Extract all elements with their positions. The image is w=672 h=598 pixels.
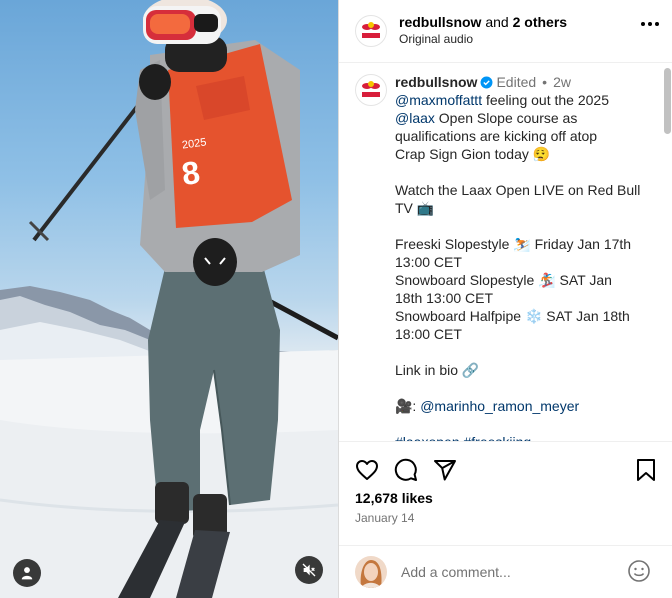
caption-line	[395, 379, 655, 397]
caption-line: Freeski Slopestyle ⛷️ Friday Jan 17th	[395, 235, 655, 253]
caption-body: redbullsnow Edited • 2w @maxmoffattt fee…	[395, 73, 655, 441]
caption-text-span: Open Slope course as	[434, 110, 578, 126]
share-icon[interactable]	[433, 458, 457, 482]
caption-line: TV 📺	[395, 199, 655, 217]
caption-line: @laax Open Slope course as	[395, 109, 655, 127]
caption-line	[395, 343, 655, 361]
more-dot	[655, 22, 659, 26]
edited-label: Edited	[496, 74, 537, 90]
caption-line	[395, 415, 655, 433]
caption-mention-link[interactable]: @laax	[395, 110, 435, 126]
header-and-text: and	[481, 14, 513, 30]
mute-button[interactable]	[295, 556, 323, 584]
caption-author-avatar[interactable]	[355, 74, 387, 106]
user-tag-button[interactable]	[13, 559, 41, 587]
caption-text: @maxmoffattt feeling out the 2025 @laax O…	[395, 91, 655, 441]
meta-separator: •	[542, 74, 548, 90]
caption-line: 18:00 CET	[395, 325, 655, 343]
post-date[interactable]: January 14	[355, 511, 414, 525]
caption-text-span: Freeski Slopestyle ⛷️ Friday Jan 17th	[395, 236, 632, 252]
emoji-picker-icon[interactable]	[627, 559, 651, 583]
post-time-ago[interactable]: 2w	[553, 73, 571, 91]
caption-line: 18th 13:00 CET	[395, 289, 655, 307]
caption-text-span: 13:00 CET	[395, 254, 462, 270]
redbull-logo-icon	[362, 81, 380, 97]
post-details-panel: redbullsnow and 2 others Original audio …	[338, 0, 672, 598]
verified-badge-icon	[480, 76, 493, 89]
caption-mention-link[interactable]: @marinho_ramon_meyer	[420, 398, 579, 414]
caption-line: Snowboard Halfpipe ❄️ SAT Jan 18th	[395, 307, 655, 325]
caption-emoji: 🎥:	[395, 398, 421, 414]
caption-username[interactable]: redbullsnow	[395, 73, 477, 91]
caption-text-span: feeling out the 2025	[482, 92, 609, 108]
caption-text-span: Watch the Laax Open LIVE on Red Bull	[395, 182, 641, 198]
post-actions: 12,678 likes January 14	[339, 441, 672, 545]
caption-line: @maxmoffattt feeling out the 2025	[395, 91, 655, 109]
caption-line	[395, 163, 655, 181]
caption-scroll-area[interactable]: redbullsnow Edited • 2w @maxmoffattt fee…	[339, 64, 672, 441]
caption-line: 🎥: @marinho_ramon_meyer	[395, 397, 655, 415]
caption-text-span: Crap Sign Gion today 😮‍💨	[395, 146, 551, 162]
caption-line: qualifications are kicking off atop	[395, 127, 655, 145]
caption-text-span: Snowboard Halfpipe ❄️ SAT Jan 18th	[395, 308, 630, 324]
comment-icon[interactable]	[394, 458, 418, 482]
caption-line: 13:00 CET	[395, 253, 655, 271]
caption-text-span: TV 📺	[395, 200, 435, 216]
user-tag-icon	[21, 567, 33, 580]
post-header: redbullsnow and 2 others Original audio	[339, 0, 672, 63]
caption-line: #laaxopen #freeskiing	[395, 433, 655, 441]
mute-icon	[302, 563, 316, 577]
like-count[interactable]: 12,678 likes	[355, 490, 433, 506]
caption-mention-link[interactable]: #laaxopen #freeskiing	[395, 434, 531, 441]
ski-scene-image	[0, 0, 338, 598]
heart-icon[interactable]	[355, 458, 379, 482]
author-avatar[interactable]	[355, 15, 387, 47]
caption-text-span: Snowboard Slopestyle 🏂 SAT Jan	[395, 272, 612, 288]
comment-input[interactable]	[401, 564, 621, 580]
caption-line: Link in bio 🔗	[395, 361, 655, 379]
post-media[interactable]: 2025 8	[0, 0, 338, 598]
caption-line	[395, 217, 655, 235]
caption-text-span: 18th 13:00 CET	[395, 290, 494, 306]
more-dot	[648, 22, 652, 26]
caption-mention-link[interactable]: @maxmoffattt	[395, 92, 482, 108]
viewer-avatar	[355, 556, 387, 588]
bookmark-icon[interactable]	[635, 458, 657, 482]
caption-line: Snowboard Slopestyle 🏂 SAT Jan	[395, 271, 655, 289]
caption-line: Watch the Laax Open LIVE on Red Bull	[395, 181, 655, 199]
caption-text-span: 18:00 CET	[395, 326, 462, 342]
more-options-button[interactable]	[641, 22, 659, 26]
header-others[interactable]: 2 others	[513, 14, 567, 30]
redbull-logo-icon	[362, 22, 380, 38]
more-dot	[641, 22, 645, 26]
comment-bar	[339, 545, 672, 598]
caption-line: Crap Sign Gion today 😮‍💨	[395, 145, 655, 163]
caption-scrollbar[interactable]	[664, 68, 671, 134]
caption-text-span: Link in bio 🔗	[395, 362, 480, 378]
caption-text-span: qualifications are kicking off atop	[395, 128, 598, 144]
original-audio-link[interactable]: Original audio	[399, 31, 567, 48]
header-username[interactable]: redbullsnow	[399, 14, 481, 30]
